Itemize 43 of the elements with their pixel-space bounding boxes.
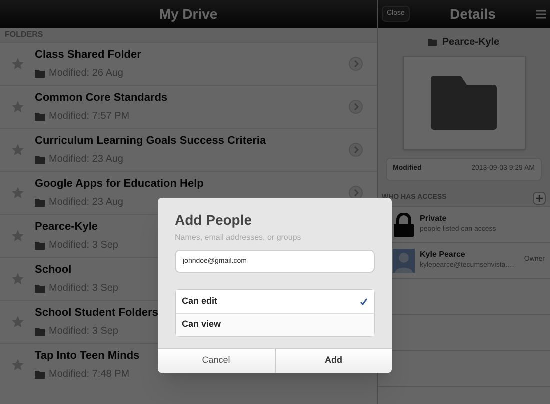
folder-name: Pearce-Kyle <box>442 36 500 50</box>
folder-icon <box>431 76 497 130</box>
folder-name: School <box>35 262 72 278</box>
folder-name: Class Shared Folder <box>35 48 142 63</box>
folder-name: School Student Folders <box>35 306 158 321</box>
folder-icon <box>35 328 45 336</box>
plus-icon <box>536 194 543 202</box>
star-icon[interactable] <box>11 57 25 71</box>
star-icon[interactable] <box>11 143 25 157</box>
folder-name: Common Core Standards <box>35 90 168 106</box>
access-name: Private <box>420 213 448 226</box>
lock-icon <box>393 212 415 236</box>
cancel-button[interactable]: Cancel <box>158 349 276 373</box>
folder-name: Tap Into Teen Minds <box>35 348 140 364</box>
folder-name: Google Apps for Education Help <box>35 176 204 192</box>
dialog-subtitle: Names, email addresses, or groups <box>175 232 302 244</box>
star-icon[interactable] <box>11 358 25 372</box>
star-icon[interactable] <box>11 186 25 200</box>
folder-icon <box>35 284 45 293</box>
folder-icon <box>35 370 45 379</box>
folder-icon <box>35 156 45 164</box>
panel-title: Details <box>448 4 497 24</box>
folder-icon <box>428 38 438 46</box>
chevron-circle-icon[interactable] <box>349 186 363 200</box>
dialog-title: Add People <box>175 211 254 230</box>
panel-title: My Drive <box>159 4 218 24</box>
star-icon[interactable] <box>11 229 25 243</box>
folder-icon <box>35 70 45 78</box>
star-icon[interactable] <box>11 100 25 114</box>
checkmark-icon <box>360 298 368 306</box>
add-button[interactable] <box>533 192 546 204</box>
permission-option[interactable]: Can view <box>176 313 374 336</box>
star-icon[interactable] <box>11 315 25 329</box>
menu-icon[interactable] <box>536 10 546 18</box>
folder-icon <box>35 112 45 121</box>
folder-name: Pearce-Kyle <box>35 220 98 235</box>
folder-icon <box>35 198 45 207</box>
star-icon[interactable] <box>11 272 25 286</box>
avatar-icon <box>393 248 415 272</box>
add-button[interactable]: Add <box>276 349 392 373</box>
folder-icon <box>35 242 45 250</box>
folder-name: Curriculum Learning Goals Success Criteria <box>35 134 266 149</box>
access-name: Kyle Pearce <box>420 249 466 262</box>
